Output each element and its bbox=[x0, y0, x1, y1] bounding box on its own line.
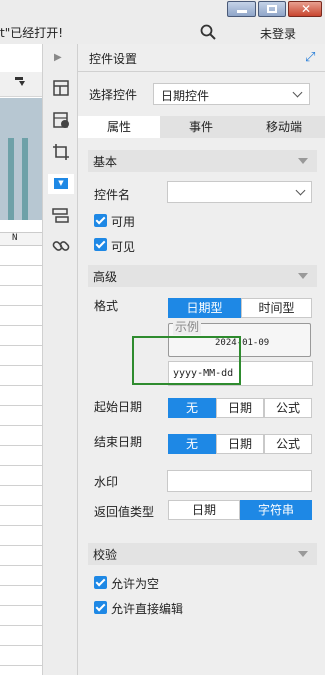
widget-settings-icon[interactable] bbox=[51, 78, 71, 98]
advanced-section-header[interactable]: 高级 bbox=[88, 265, 317, 287]
allow-edit-label: 允许直接编辑 bbox=[111, 602, 184, 616]
login-link[interactable]: 未登录 bbox=[260, 25, 296, 42]
return-type-label: 返回值类型 bbox=[94, 505, 155, 519]
start-date-label: 起始日期 bbox=[94, 400, 143, 414]
dropdown-widget-button[interactable]: ▼ bbox=[48, 174, 74, 194]
format-label: 格式 bbox=[94, 299, 119, 313]
close-icon: ✕ bbox=[301, 2, 312, 16]
canvas-chart-preview bbox=[0, 98, 42, 220]
allow-empty-label: 允许为空 bbox=[111, 577, 160, 591]
layout-icon[interactable] bbox=[51, 206, 71, 226]
widget-name-combobox[interactable] bbox=[167, 181, 312, 203]
start-date-date[interactable]: 日期 bbox=[216, 398, 264, 418]
collapse-arrow-icon[interactable]: ▶ bbox=[54, 52, 74, 72]
widget-select[interactable]: 日期控件 bbox=[153, 83, 310, 105]
minimize-icon bbox=[237, 10, 247, 13]
advanced-section-title: 高级 bbox=[93, 270, 118, 284]
cell-properties-icon[interactable] bbox=[51, 110, 71, 130]
tab-properties[interactable]: 属性 bbox=[78, 116, 160, 138]
tool-column: ▶ ▼ bbox=[42, 44, 78, 675]
select-widget-label: 选择控件 bbox=[89, 88, 138, 102]
close-button[interactable]: ✕ bbox=[288, 1, 322, 17]
allow-empty-checkbox[interactable] bbox=[94, 576, 107, 589]
end-date-formula[interactable]: 公式 bbox=[264, 434, 312, 454]
status-message: t"已经打开! bbox=[0, 26, 64, 40]
return-type-date[interactable]: 日期 bbox=[168, 500, 240, 520]
column-header: N bbox=[0, 232, 42, 246]
restore-icon bbox=[267, 5, 277, 13]
collapse-icon bbox=[298, 273, 308, 279]
canvas-rows bbox=[0, 246, 42, 675]
tab-mobile[interactable]: 移动端 bbox=[243, 116, 325, 138]
start-date-formula[interactable]: 公式 bbox=[264, 398, 312, 418]
start-date-none[interactable]: 无 bbox=[168, 398, 216, 418]
validation-section-title: 校验 bbox=[93, 548, 118, 562]
watermark-label: 水印 bbox=[94, 475, 119, 489]
available-label: 可用 bbox=[111, 215, 136, 229]
panel-divider bbox=[78, 71, 325, 72]
available-checkbox[interactable] bbox=[94, 214, 107, 227]
link-icon[interactable] bbox=[51, 236, 71, 256]
end-date-date[interactable]: 日期 bbox=[216, 434, 264, 454]
collapse-icon bbox=[298, 551, 308, 557]
widget-select-value: 日期控件 bbox=[161, 89, 210, 103]
canvas-toolbar bbox=[0, 72, 42, 97]
validation-section-header[interactable]: 校验 bbox=[88, 543, 317, 565]
panel-title: 控件设置 bbox=[89, 52, 138, 66]
search-icon[interactable] bbox=[200, 24, 216, 40]
visible-checkbox[interactable] bbox=[94, 238, 107, 251]
format-date-option[interactable]: 日期型 bbox=[168, 298, 241, 318]
chevron-down-icon bbox=[292, 87, 303, 98]
watermark-input[interactable] bbox=[167, 470, 312, 492]
allow-edit-checkbox[interactable] bbox=[94, 601, 107, 614]
format-time-option[interactable]: 时间型 bbox=[241, 298, 312, 318]
basic-section-title: 基本 bbox=[93, 155, 118, 169]
pin-icon[interactable]: ⤢ bbox=[305, 50, 315, 65]
widget-name-label: 控件名 bbox=[94, 188, 131, 202]
format-painter-icon[interactable] bbox=[14, 76, 26, 88]
visible-label: 可见 bbox=[111, 240, 136, 254]
collapse-icon bbox=[298, 158, 308, 164]
chevron-down-icon bbox=[295, 185, 306, 196]
minimize-button[interactable] bbox=[227, 1, 256, 17]
highlight-box bbox=[132, 336, 241, 385]
dropdown-widget-icon: ▼ bbox=[54, 178, 68, 189]
restore-button[interactable] bbox=[258, 1, 286, 17]
example-label: 示例 bbox=[173, 318, 202, 335]
tab-events[interactable]: 事件 bbox=[160, 116, 242, 138]
column-header-label: N bbox=[12, 233, 18, 243]
end-date-label: 结束日期 bbox=[94, 435, 143, 449]
end-date-none[interactable]: 无 bbox=[168, 434, 216, 454]
return-type-string[interactable]: 字符串 bbox=[240, 500, 312, 520]
crop-icon[interactable] bbox=[51, 142, 71, 162]
basic-section-header[interactable]: 基本 bbox=[88, 150, 317, 172]
